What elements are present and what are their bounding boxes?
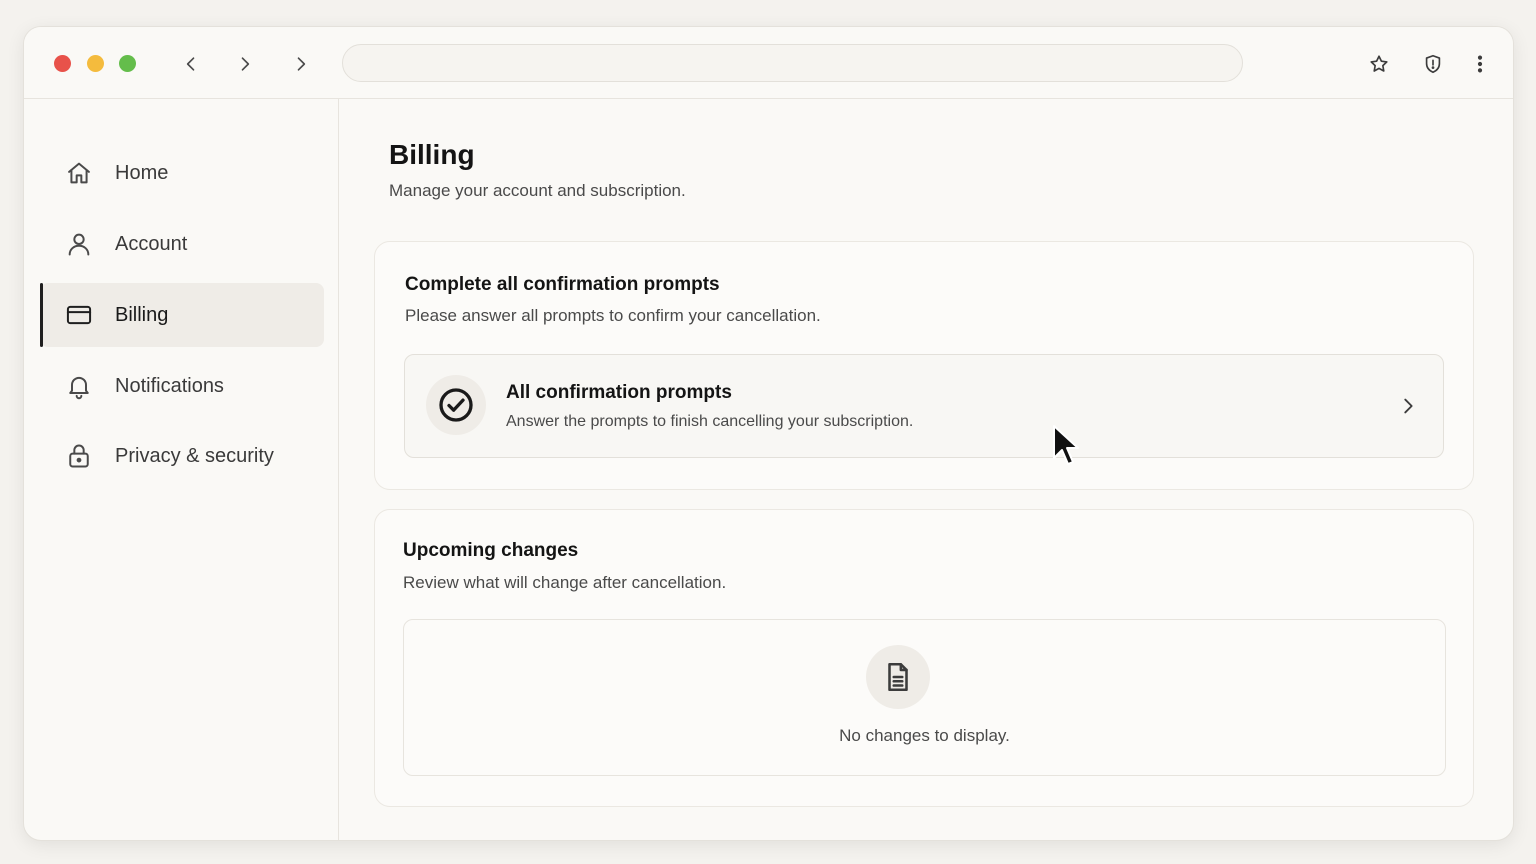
home-icon	[68, 162, 90, 184]
confirmation-card-subtitle: Please answer all prompts to confirm you…	[405, 306, 821, 325]
sidebar-item-label: Billing	[115, 303, 169, 326]
sidebar-item-privacy-security[interactable]: Privacy & security	[40, 424, 324, 488]
chevron-right-icon	[297, 57, 306, 71]
star-icon	[1370, 55, 1388, 72]
check-circle-icon	[426, 375, 486, 435]
sidebar-item-label: Account	[115, 232, 188, 255]
browser-toolbar	[24, 27, 1513, 99]
sidebar-item-billing[interactable]: Billing	[40, 283, 324, 347]
browser-menu-button[interactable]	[1465, 49, 1495, 79]
upcoming-changes-card: Upcoming changes Review what will change…	[374, 509, 1474, 807]
prompt-row-title: All confirmation prompts	[506, 382, 732, 403]
forward-button[interactable]	[230, 49, 260, 79]
shield-button[interactable]	[1418, 49, 1448, 79]
lock-icon	[69, 444, 89, 468]
user-icon	[68, 233, 90, 256]
bookmark-button[interactable]	[1364, 49, 1394, 79]
back-button[interactable]	[176, 49, 206, 79]
page-subtitle: Manage your account and subscription.	[389, 181, 686, 200]
empty-state-text: No changes to display.	[839, 726, 1010, 745]
chevron-right-icon	[241, 57, 250, 71]
sidebar-item-label: Notifications	[115, 374, 224, 397]
shield-icon	[1425, 54, 1441, 74]
sidebar-item-label: Home	[115, 161, 169, 184]
page-title: Billing	[389, 139, 475, 170]
document-icon	[866, 645, 930, 709]
sidebar-item-label: Privacy & security	[115, 444, 274, 467]
forward-button-2[interactable]	[286, 49, 316, 79]
main-content: Billing Manage your account and subscrip…	[340, 99, 1513, 840]
chevron-left-icon	[186, 57, 195, 71]
chevron-right-icon	[1397, 395, 1419, 417]
bell-icon	[69, 376, 89, 400]
confirmation-card-title: Complete all confirmation prompts	[405, 274, 720, 295]
confirmation-card: Complete all confirmation prompts Please…	[374, 241, 1474, 490]
browser-window: Home Account Billing Notifications Priva…	[23, 26, 1514, 841]
prompt-row-subtitle: Answer the prompts to finish cancelling …	[506, 413, 914, 430]
sidebar-item-notifications[interactable]: Notifications	[40, 354, 324, 418]
close-window-button[interactable]	[54, 55, 71, 72]
sidebar-item-home[interactable]: Home	[40, 141, 324, 205]
sidebar-item-account[interactable]: Account	[40, 212, 324, 276]
minimize-window-button[interactable]	[87, 55, 104, 72]
credit-card-icon	[66, 305, 92, 325]
address-bar[interactable]	[342, 44, 1243, 82]
maximize-window-button[interactable]	[119, 55, 136, 72]
kebab-menu-icon	[1477, 55, 1483, 73]
upcoming-changes-subtitle: Review what will change after cancellati…	[403, 573, 727, 592]
upcoming-changes-title: Upcoming changes	[403, 540, 579, 561]
confirmation-prompts-row[interactable]: All confirmation prompts Answer the prom…	[404, 354, 1444, 458]
sidebar: Home Account Billing Notifications Priva…	[24, 99, 339, 840]
empty-state: No changes to display.	[403, 619, 1446, 776]
